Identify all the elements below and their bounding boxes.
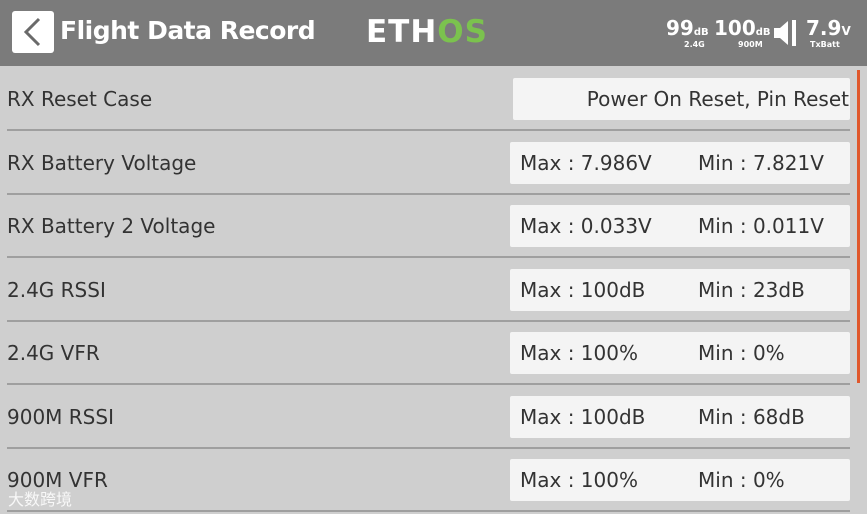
back-button[interactable] <box>12 11 54 53</box>
max-value: Max : 100% <box>520 468 638 492</box>
row-rx-battery-voltage[interactable]: RX Battery Voltage Max : 7.986V Min : 7.… <box>7 132 850 195</box>
watermark: 大数跨境 <box>8 490 73 509</box>
row-rx-reset-case[interactable]: RX Reset Case Power On Reset, Pin Reset <box>7 68 850 131</box>
row-900m-rssi[interactable]: 900M RSSI Max : 100dB Min : 68dB <box>7 386 850 449</box>
chevron-left-icon <box>23 17 41 47</box>
value-box: Power On Reset, Pin Reset <box>513 78 850 120</box>
row-24g-vfr[interactable]: 2.4G VFR Max : 100% Min : 0% <box>7 322 850 385</box>
row-label: RX Reset Case <box>7 87 153 111</box>
row-label: RX Battery 2 Voltage <box>7 214 216 238</box>
value-box: Max : 100dB Min : 23dB <box>510 269 850 311</box>
max-value: Max : 7.986V <box>520 151 652 175</box>
min-value: Min : 0% <box>698 468 785 492</box>
min-value: Min : 68dB <box>698 405 805 429</box>
min-value: Min : 23dB <box>698 278 805 302</box>
tx-battery-indicator: 7.9V TxBatt <box>806 16 851 49</box>
speaker-icon <box>774 18 798 48</box>
min-value: Min : 0.011V <box>698 214 824 238</box>
scrollbar[interactable] <box>857 70 860 383</box>
row-label: 900M RSSI <box>7 405 114 429</box>
max-value: Max : 0.033V <box>520 214 652 238</box>
min-value: Min : 7.821V <box>698 151 824 175</box>
rssi-24-indicator: 99dB 2.4G <box>666 16 709 49</box>
row-label: RX Battery Voltage <box>7 151 197 175</box>
row-rx-battery-2-voltage[interactable]: RX Battery 2 Voltage Max : 0.033V Min : … <box>7 195 850 258</box>
page-title: Flight Data Record <box>60 16 316 45</box>
max-value: Max : 100dB <box>520 405 646 429</box>
row-label: 2.4G RSSI <box>7 278 106 302</box>
value-box: Max : 100dB Min : 68dB <box>510 396 850 438</box>
max-value: Max : 100% <box>520 341 638 365</box>
ethos-logo: ETHOS <box>366 14 488 50</box>
value-box: Max : 100% Min : 0% <box>510 459 850 501</box>
value-box: Max : 7.986V Min : 7.821V <box>510 142 850 184</box>
row-24g-rssi[interactable]: 2.4G RSSI Max : 100dB Min : 23dB <box>7 259 850 322</box>
value-box: Max : 100% Min : 0% <box>510 332 850 374</box>
max-value: Max : 100dB <box>520 278 646 302</box>
value-box: Max : 0.033V Min : 0.011V <box>510 205 850 247</box>
top-bar: Flight Data Record ETHOS 99dB 2.4G 100dB… <box>0 0 867 66</box>
min-value: Min : 0% <box>698 341 785 365</box>
reset-case-value: Power On Reset, Pin Reset <box>586 87 849 111</box>
row-900m-vfr[interactable]: 900M VFR Max : 100% Min : 0% <box>7 449 850 512</box>
rssi-900-indicator: 100dB 900M <box>714 16 771 49</box>
row-label: 2.4G VFR <box>7 341 100 365</box>
